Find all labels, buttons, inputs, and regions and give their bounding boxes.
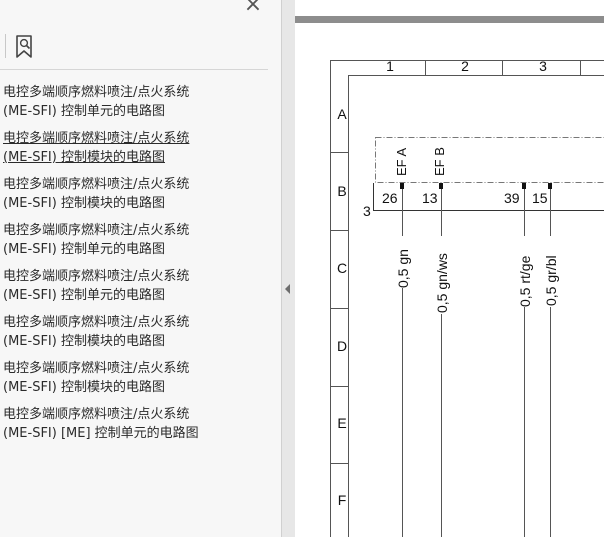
bookmark-title-line2: (ME-SFI) 控制模块的电路图 — [3, 195, 165, 211]
bookmark-item[interactable]: 电控多端顺序燃料喷注/点火系统 (ME-SFI) 控制模块的电路图 — [3, 314, 271, 351]
pin-marker — [439, 183, 443, 189]
bookmark-item-selected[interactable]: 电控多端顺序燃料喷注/点火系统 (ME-SFI) 控制模块的电路图 — [3, 130, 271, 167]
bookmark-title-line1: 电控多端顺序燃料喷注/点火系统 — [3, 131, 190, 146]
bookmark-title-line1: 电控多端顺序燃料喷注/点火系统 — [3, 269, 190, 284]
wire-label: 0,5 rt/ge — [517, 255, 533, 307]
toolbar-divider — [5, 34, 6, 58]
bookmark-title-line2: (ME-SFI) 控制单元的电路图 — [3, 241, 165, 257]
bookmark-title-line2: (ME-SFI) 控制模块的电路图 — [3, 379, 165, 395]
bookmark-item[interactable]: 电控多端顺序燃料喷注/点火系统 (ME-SFI) 控制单元的电路图 — [3, 222, 271, 259]
control-unit-outline — [375, 137, 604, 183]
bookmarks-toolbar — [0, 28, 268, 70]
panel-splitter[interactable] — [281, 0, 295, 537]
bookmark-title-line1: 电控多端顺序燃料喷注/点火系统 — [3, 361, 190, 376]
pin-number: 39 — [504, 190, 520, 206]
row-label: E — [337, 415, 346, 431]
wiring-diagram-page: 1 2 3 A B C D E F 3 EF A EF B 26 13 39 1… — [330, 58, 604, 537]
triangle-left-icon[interactable] — [285, 284, 290, 294]
bookmark-item[interactable]: 电控多端顺序燃料喷注/点火系统 (ME-SFI) 控制模块的电路图 — [3, 176, 271, 213]
row-label: A — [337, 106, 347, 122]
wire-label: 0,5 gr/bl — [543, 255, 559, 306]
bookmark-item[interactable]: 电控多端顺序燃料喷注/点火系统 (ME-SFI) 控制单元的电路图 — [3, 84, 271, 121]
pin-number: 26 — [382, 190, 398, 206]
column-label: 3 — [539, 58, 547, 74]
wire-label: 0,5 gn/ws — [434, 253, 450, 313]
column-label: 1 — [386, 58, 394, 74]
bookmark-title-line1: 电控多端顺序燃料喷注/点火系统 — [3, 177, 190, 192]
row-label: D — [337, 338, 347, 354]
document-viewport[interactable]: 1 2 3 A B C D E F 3 EF A EF B 26 13 39 1… — [295, 0, 604, 537]
bookmark-title-line2: (ME-SFI) 控制模块的电路图 — [3, 149, 165, 165]
close-icon[interactable]: × — [240, 0, 266, 16]
row-label: C — [337, 260, 347, 276]
bookmark-list: 电控多端顺序燃料喷注/点火系统 (ME-SFI) 控制单元的电路图 电控多端顺序… — [3, 84, 271, 452]
bookmark-item[interactable]: 电控多端顺序燃料喷注/点火系统 (ME-SFI) [ME] 控制单元的电路图 — [3, 406, 271, 443]
bookmark-title-line1: 电控多端顺序燃料喷注/点火系统 — [3, 223, 190, 238]
column-label: 2 — [461, 58, 469, 74]
pin-marker — [400, 183, 404, 189]
bookmark-title-line2: (ME-SFI) 控制单元的电路图 — [3, 103, 165, 119]
bookmark-title-line2: (ME-SFI) 控制单元的电路图 — [3, 287, 165, 303]
row-label: F — [338, 492, 347, 508]
bookmark-title-line1: 电控多端顺序燃料喷注/点火系统 — [3, 315, 190, 330]
row-label: B — [337, 183, 346, 199]
bookmark-item[interactable]: 电控多端顺序燃料喷注/点火系统 (ME-SFI) 控制模块的电路图 — [3, 360, 271, 397]
bookmarks-panel: × 电控多端顺序燃料喷注/点火系统 (ME-SFI) 控制单元的电路图 电控多端… — [0, 0, 281, 537]
connector-label: EF B — [432, 147, 447, 176]
pin-marker — [548, 183, 552, 189]
bookmark-item[interactable]: 电控多端顺序燃料喷注/点火系统 (ME-SFI) 控制单元的电路图 — [3, 268, 271, 305]
side-number: 3 — [363, 203, 371, 219]
bookmark-title-line1: 电控多端顺序燃料喷注/点火系统 — [3, 85, 190, 100]
pin-marker — [522, 183, 526, 189]
bookmark-search-icon[interactable] — [14, 34, 38, 60]
pin-number: 13 — [422, 190, 438, 206]
pin-number: 15 — [532, 190, 548, 206]
bookmark-title-line2: (ME-SFI) [ME] 控制单元的电路图 — [3, 425, 199, 441]
connector-label: EF A — [394, 147, 409, 176]
diagram-border — [330, 60, 604, 537]
bookmark-title-line1: 电控多端顺序燃料喷注/点火系统 — [3, 407, 190, 422]
bookmark-title-line2: (ME-SFI) 控制模块的电路图 — [3, 333, 165, 349]
wire-label: 0,5 gn — [395, 249, 411, 288]
